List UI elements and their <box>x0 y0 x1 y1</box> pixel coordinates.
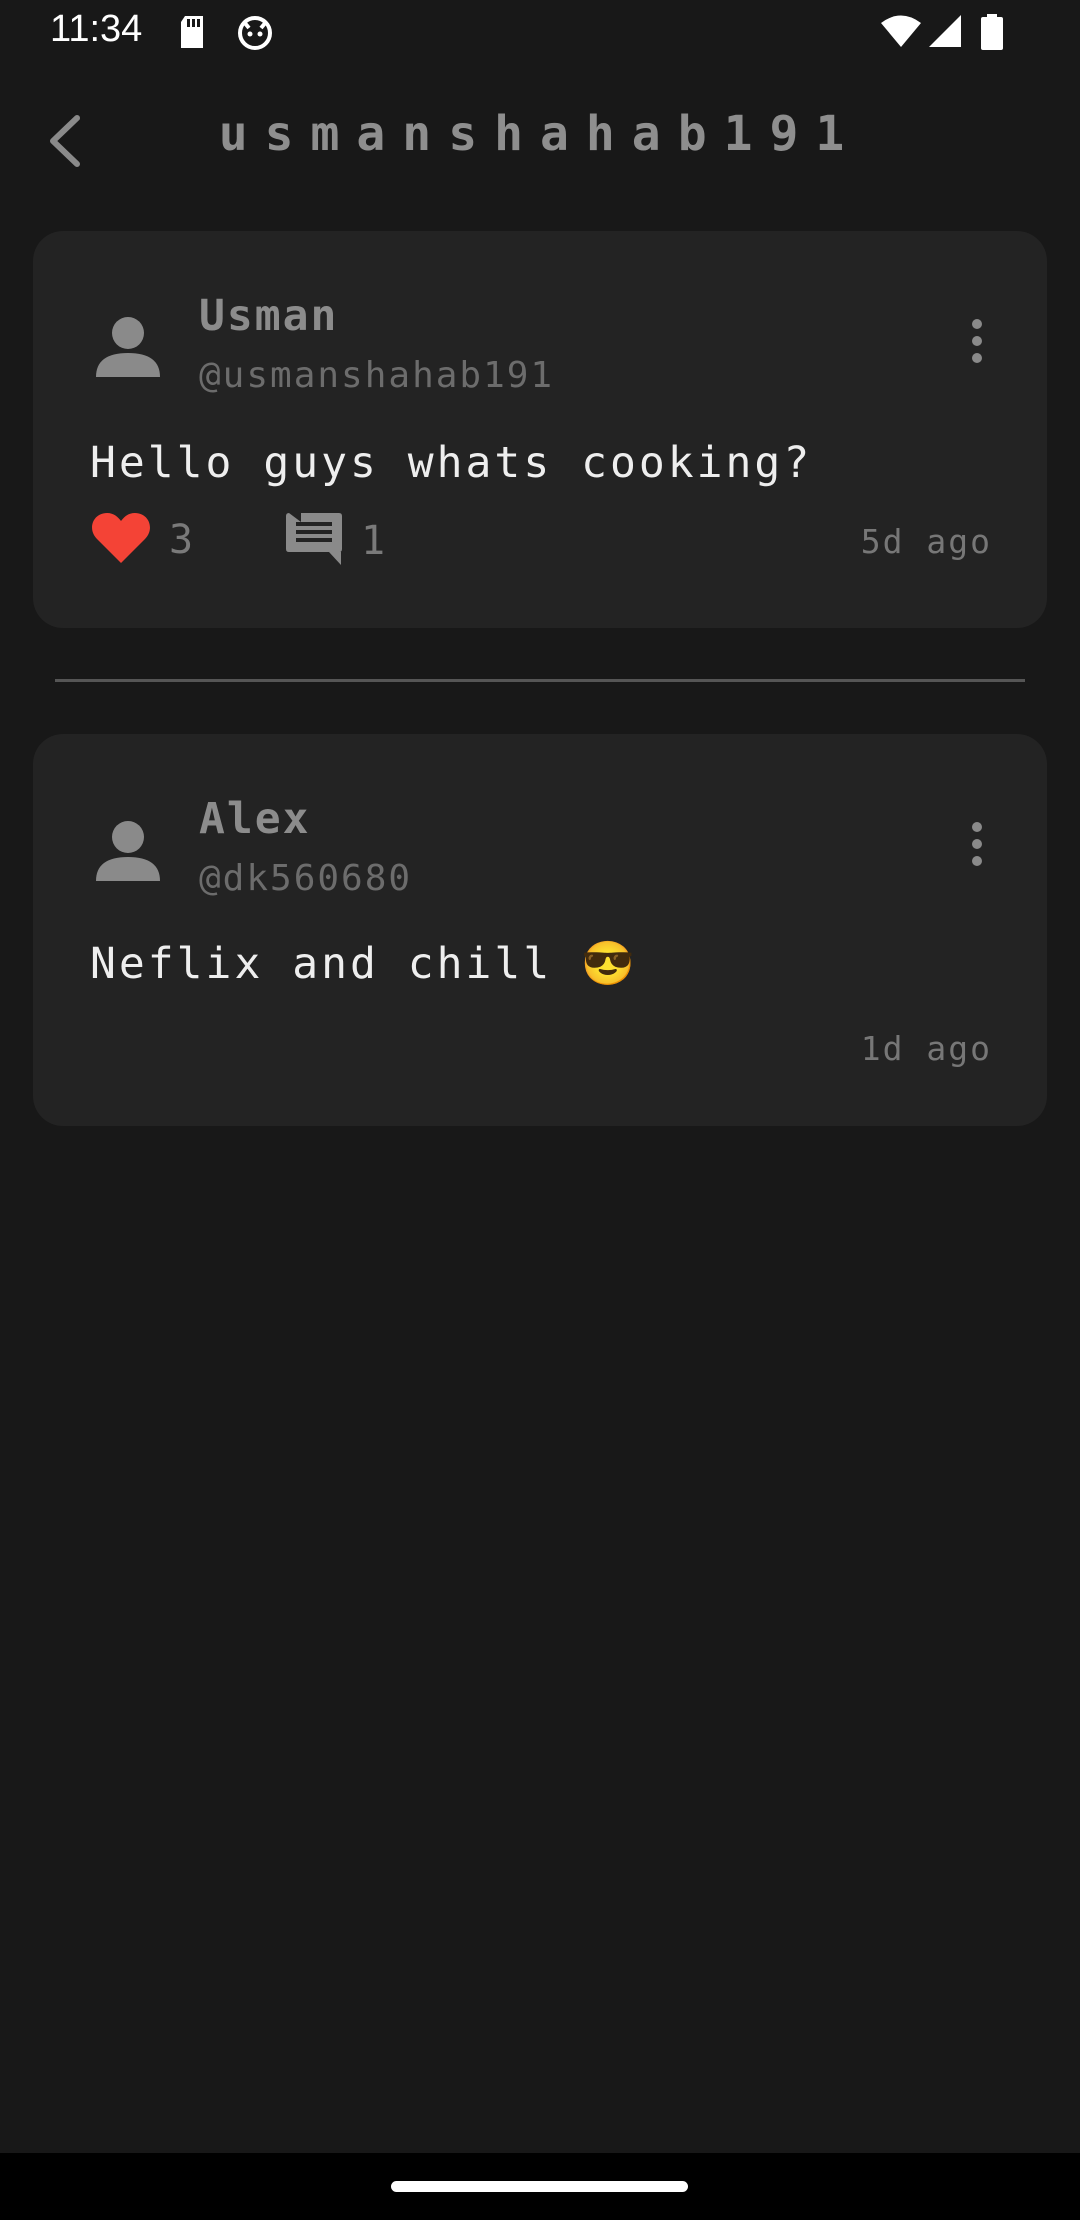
post-text: Hello guys whats cooking? <box>90 438 813 488</box>
more-options-button[interactable] <box>957 809 997 879</box>
post-time: 5d ago <box>860 522 992 561</box>
comment-button[interactable]: 1 <box>285 511 385 571</box>
page-title: usmanshahab191 <box>218 106 862 162</box>
avatar-icon <box>93 817 163 887</box>
heart-icon <box>91 511 151 569</box>
more-vert-icon <box>972 319 982 363</box>
like-count: 3 <box>169 517 194 563</box>
post-card[interactable]: Usman @usmanshahab191 Hello guys whats c… <box>33 231 1047 628</box>
author-name[interactable]: Alex <box>199 794 311 844</box>
author-handle[interactable]: @usmanshahab191 <box>199 355 554 396</box>
comment-count: 1 <box>361 518 386 564</box>
like-button[interactable]: 3 <box>91 511 193 569</box>
post-time: 1d ago <box>860 1029 992 1068</box>
post-card[interactable]: Alex @dk560680 Neflix and chill 😎 1d ago <box>33 734 1047 1126</box>
comment-icon <box>285 511 343 571</box>
divider <box>55 679 1025 682</box>
sd-card-icon <box>177 14 207 54</box>
post-text: Neflix and chill 😎 <box>90 939 638 989</box>
avatar-icon <box>93 313 163 383</box>
signal-icon <box>928 14 962 52</box>
author-name[interactable]: Usman <box>199 291 338 341</box>
status-bar: 11:34 <box>0 0 1080 64</box>
battery-icon <box>980 14 1004 54</box>
wifi-icon <box>880 14 922 52</box>
more-vert-icon <box>972 822 982 866</box>
author-handle[interactable]: @dk560680 <box>199 858 412 899</box>
status-time: 11:34 <box>50 8 143 50</box>
home-indicator[interactable] <box>391 2181 688 2192</box>
cat-notification-icon <box>236 14 274 54</box>
more-options-button[interactable] <box>957 306 997 376</box>
